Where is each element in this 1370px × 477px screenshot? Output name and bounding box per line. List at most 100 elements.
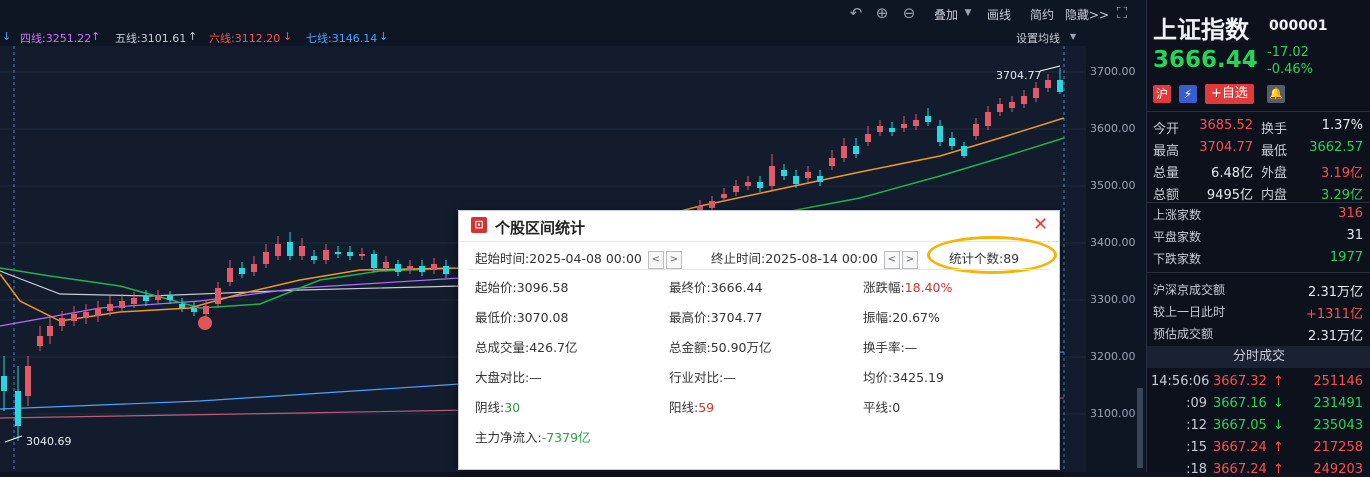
stat-label: 总量: [1153, 166, 1180, 181]
candle-body: [721, 194, 727, 198]
end-time-field[interactable]: 终止时间:2025-08-14 00:00 < >: [711, 248, 918, 269]
price-axis: 3700.00 3600.00 3500.00 3400.00 3300.00 …: [1086, 28, 1146, 472]
candle-body: [841, 146, 847, 158]
high-pointer: [1039, 65, 1061, 72]
start-time-label: 起始时间:: [475, 251, 530, 266]
ma6-label: 六线:3112.20: [209, 32, 281, 45]
stat-label: 内盘: [1261, 188, 1288, 203]
arrow-down-icon: ↓: [1273, 396, 1284, 411]
stat-value: —: [723, 370, 736, 385]
tick-time: :12: [1186, 418, 1207, 433]
turnover-value: 2.31万亿: [1308, 329, 1363, 344]
ma-settings-button[interactable]: 设置均线: [1016, 30, 1060, 46]
simple-mode-button[interactable]: 简约: [1030, 6, 1054, 23]
hide-button[interactable]: 隐藏>>: [1065, 6, 1109, 23]
tick-volume: 249203: [1313, 462, 1363, 477]
candle-body: [359, 254, 365, 256]
caret-down-icon: ▼: [1070, 32, 1077, 41]
candle-body: [733, 186, 739, 192]
stat-value: 3.19亿: [1321, 166, 1363, 181]
close-icon[interactable]: ✕: [1033, 214, 1048, 235]
arrow-up-icon: ↑: [1273, 440, 1284, 455]
prev-icon[interactable]: <: [883, 250, 900, 269]
zoom-in-icon[interactable]: ⊕: [874, 5, 890, 21]
stat-cell: 总成交量:426.7亿: [475, 337, 578, 356]
stat-value: 3666.44: [710, 280, 763, 295]
stat-value: 59: [698, 400, 715, 415]
index-name: 上证指数: [1153, 16, 1249, 44]
turnover-value: +1311亿: [1306, 307, 1363, 322]
stat-cell: 振幅:20.67%: [863, 307, 940, 326]
candle-body: [805, 172, 811, 178]
next-icon[interactable]: >: [665, 250, 682, 269]
stat-value: 20.67%: [892, 310, 940, 325]
arrow-down-icon: ↓: [379, 30, 389, 43]
index-code: 000001: [1269, 18, 1328, 34]
market-tag: 沪: [1153, 85, 1171, 103]
zoom-out-icon[interactable]: ⊖: [901, 5, 917, 21]
arrow-down-icon: ↓: [1243, 48, 1260, 72]
stat-cell: 阴线:30: [475, 397, 520, 416]
scrollbar[interactable]: [1137, 388, 1143, 468]
stat-value: 3685.52: [1199, 118, 1253, 133]
stat-key: 阴线:: [475, 400, 505, 415]
candle-body: [1021, 96, 1027, 104]
caret-down-icon: ▼: [964, 8, 972, 18]
fullscreen-icon[interactable]: ⛶: [1114, 5, 1130, 21]
high-label: 3704.77: [996, 69, 1042, 82]
candle-body: [1057, 80, 1063, 92]
overlay-button[interactable]: 叠加: [934, 6, 958, 23]
candle-body: [793, 176, 799, 184]
bell-icon[interactable]: 🔔: [1267, 85, 1285, 103]
candle-body: [215, 288, 221, 304]
dialog-title: 个股区间统计: [495, 219, 586, 237]
candle-body: [25, 366, 31, 396]
breadth-value: 31: [1346, 228, 1363, 243]
candle-body: [59, 318, 65, 326]
stat-label: 最高: [1153, 144, 1180, 159]
stat-cell: 最低价:3070.08: [475, 307, 568, 326]
turnover-label: 预估成交额: [1153, 327, 1214, 341]
candle-body: [191, 308, 197, 312]
lightning-icon[interactable]: ⚡: [1179, 85, 1197, 103]
candle-body: [227, 268, 233, 282]
y-tick: 3500.00: [1090, 179, 1136, 192]
candle-body: [1033, 88, 1039, 98]
tick-price: 3667.32: [1213, 374, 1267, 389]
candle-body: [829, 158, 835, 166]
candle-body: [107, 304, 113, 311]
stat-label: 换手: [1261, 122, 1288, 137]
candle-body: [37, 336, 43, 346]
candle-body: [119, 301, 125, 308]
stat-value: 1.37%: [1321, 118, 1363, 133]
start-time-field[interactable]: 起始时间:2025-04-08 00:00 < >: [475, 248, 682, 269]
end-time-label: 终止时间:: [711, 251, 766, 266]
candle-body: [1045, 80, 1051, 88]
tick-volume: 231491: [1313, 396, 1363, 411]
candle-body: [47, 326, 53, 336]
stat-value: 18.40%: [904, 280, 953, 295]
stat-value: 6.48亿: [1211, 166, 1253, 181]
breadth-value: 316: [1338, 206, 1363, 221]
arrow-down-icon: ↓: [2, 30, 12, 43]
candle-body: [239, 268, 245, 274]
stat-key: 行业对比:: [669, 370, 724, 385]
prev-icon[interactable]: <: [647, 250, 664, 269]
tick-time: :15: [1186, 440, 1207, 455]
candle-body: [15, 391, 21, 426]
candle-body: [889, 128, 895, 132]
draw-line-button[interactable]: 画线: [987, 6, 1011, 23]
stat-value: 426.7亿: [529, 340, 578, 355]
candle-body: [371, 254, 377, 268]
breadth-label: 上涨家数: [1153, 208, 1202, 222]
undo-icon[interactable]: ↶: [848, 5, 864, 21]
candle-body: [299, 246, 305, 256]
add-watchlist-button[interactable]: +自选: [1205, 84, 1254, 104]
next-icon[interactable]: >: [901, 250, 918, 269]
candle-body: [203, 306, 209, 314]
divider: [1147, 272, 1370, 273]
arrow-up-icon: ↑: [91, 30, 101, 43]
price-change: -17.02: [1267, 45, 1309, 60]
candle-body: [251, 264, 257, 272]
candle-body: [323, 250, 329, 260]
